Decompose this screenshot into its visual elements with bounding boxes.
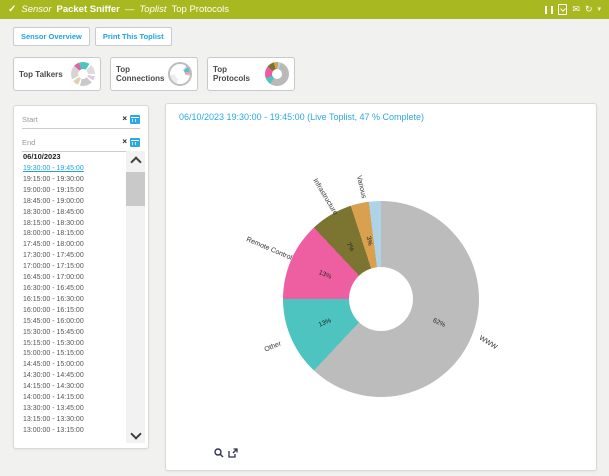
pct-label-other: 13% (318, 317, 333, 329)
tab-top-protocols[interactable]: Top Protocols (207, 57, 295, 91)
sensor-overview-button[interactable]: Sensor Overview (13, 27, 90, 46)
interval-link[interactable]: 17:00:00 - 17:15:00 (23, 262, 123, 273)
end-date-input[interactable] (22, 138, 119, 147)
toplist-chart-panel: 06/10/2023 19:30:00 - 19:45:00 (Live Top… (165, 103, 597, 471)
slice-label-infrastructure: Infrastructure (311, 178, 338, 217)
chart-tools (214, 448, 238, 458)
protocols-donut-chart: WWW Other Remote Control Infrastructure … (283, 201, 479, 397)
separator: — (125, 4, 135, 15)
view-label: Toplist (139, 4, 166, 15)
refresh-icon[interactable]: ↻ (585, 5, 593, 14)
end-date-row: × (22, 133, 140, 152)
tab-label: Top Connections (116, 65, 168, 83)
scrollbar-thumb[interactable] (126, 172, 145, 206)
interval-sidebar: × × 06/10/2023 19:30:00 - 19:45:0019:15:… (13, 105, 149, 449)
interval-link[interactable]: 15:15:00 - 15:30:00 (23, 339, 123, 350)
scrollbar[interactable] (126, 151, 145, 443)
prtg-toplist-page: ✓ Sensor Packet Sniffer — Toplist Top Pr… (0, 0, 609, 476)
calendar-icon[interactable] (130, 115, 140, 124)
interval-link[interactable]: 19:15:00 - 19:30:00 (23, 175, 123, 186)
slice-label-remote-control: Remote Control (245, 236, 293, 262)
interval-link[interactable]: 15:30:00 - 15:45:00 (23, 328, 123, 339)
sensor-name[interactable]: Packet Sniffer (57, 4, 120, 15)
slice-label-various: Various (355, 175, 367, 199)
interval-link[interactable]: 14:45:00 - 15:00:00 (23, 360, 123, 371)
email-icon[interactable]: ✉ (572, 5, 580, 14)
page-title: Top Protocols (171, 4, 229, 15)
toplist-tabs: Top Talkers Top Connections Top Protocol… (13, 57, 295, 91)
interval-link[interactable]: 13:00:00 - 13:15:00 (23, 426, 123, 437)
calendar-icon[interactable] (130, 138, 140, 147)
slice-label-www: WWW (478, 335, 499, 351)
interval-link[interactable]: 19:30:00 - 19:45:00 (23, 164, 123, 175)
interval-link[interactable]: 14:00:00 - 14:15:00 (23, 393, 123, 404)
tab-label: Top Protocols (213, 65, 265, 83)
entity-label: Sensor (21, 4, 51, 15)
start-date-input[interactable] (22, 115, 119, 124)
toplist-title: 06/10/2023 19:30:00 - 19:45:00 (Live Top… (179, 112, 424, 122)
interval-items: 19:30:00 - 19:45:0019:15:00 - 19:30:0019… (23, 164, 123, 437)
tab-top-talkers[interactable]: Top Talkers (13, 57, 101, 91)
sensor-header-bar: ✓ Sensor Packet Sniffer — Toplist Top Pr… (0, 0, 609, 19)
slice-label-other: Other (264, 340, 283, 353)
interval-date-header: 06/10/2023 (23, 152, 123, 161)
interval-link[interactable]: 17:30:00 - 17:45:00 (23, 251, 123, 262)
interval-link[interactable]: 14:30:00 - 14:45:00 (23, 371, 123, 382)
pct-label-www: 62% (432, 317, 447, 329)
pie-chart-icon (71, 62, 95, 86)
pct-label-various: 3% (365, 236, 374, 247)
pie-chart-icon (168, 62, 192, 86)
interval-link[interactable]: 16:30:00 - 16:45:00 (23, 284, 123, 295)
zoom-icon[interactable] (214, 448, 224, 458)
pie-chart-icon (265, 62, 289, 86)
interval-list: 06/10/2023 19:30:00 - 19:45:0019:15:00 -… (23, 152, 123, 442)
pct-label-remote-control: 13% (318, 269, 333, 281)
clear-end-icon[interactable]: × (122, 138, 127, 146)
open-external-icon[interactable] (228, 448, 238, 458)
pct-label-infrastructure: 7% (345, 241, 356, 253)
clear-start-icon[interactable]: × (122, 115, 127, 123)
print-toplist-button[interactable]: Print This Toplist (95, 27, 172, 46)
interval-link[interactable]: 14:15:00 - 14:30:00 (23, 382, 123, 393)
interval-link[interactable]: 13:30:00 - 13:45:00 (23, 404, 123, 415)
interval-link[interactable]: 15:00:00 - 15:15:00 (23, 349, 123, 360)
interval-link[interactable]: 18:30:00 - 18:45:00 (23, 208, 123, 219)
scroll-up-icon[interactable] (130, 156, 141, 167)
interval-link[interactable]: 16:15:00 - 16:30:00 (23, 295, 123, 306)
interval-link[interactable]: 18:15:00 - 18:30:00 (23, 219, 123, 230)
interval-link[interactable]: 16:45:00 - 17:00:00 (23, 273, 123, 284)
interval-link[interactable]: 16:00:00 - 16:15:00 (23, 306, 123, 317)
interval-link[interactable]: 18:00:00 - 18:15:00 (23, 229, 123, 240)
chevron-down-icon[interactable]: ▾ (597, 6, 601, 13)
interval-link[interactable]: 18:45:00 - 19:00:00 (23, 197, 123, 208)
tab-top-connections[interactable]: Top Connections (110, 57, 198, 91)
interval-link[interactable]: 15:45:00 - 16:00:00 (23, 317, 123, 328)
toolbar: Sensor Overview Print This Toplist (13, 27, 172, 46)
interval-link[interactable]: 13:15:00 - 13:30:00 (23, 415, 123, 426)
tab-label: Top Talkers (19, 70, 63, 79)
interval-link[interactable]: 17:45:00 - 18:00:00 (23, 240, 123, 251)
start-date-row: × (22, 110, 140, 129)
interval-link[interactable]: 19:00:00 - 19:15:00 (23, 186, 123, 197)
status-ok-icon: ✓ (8, 4, 16, 15)
pause-icon[interactable] (545, 6, 553, 14)
scroll-down-icon[interactable] (130, 428, 141, 439)
report-icon[interactable] (558, 4, 567, 15)
